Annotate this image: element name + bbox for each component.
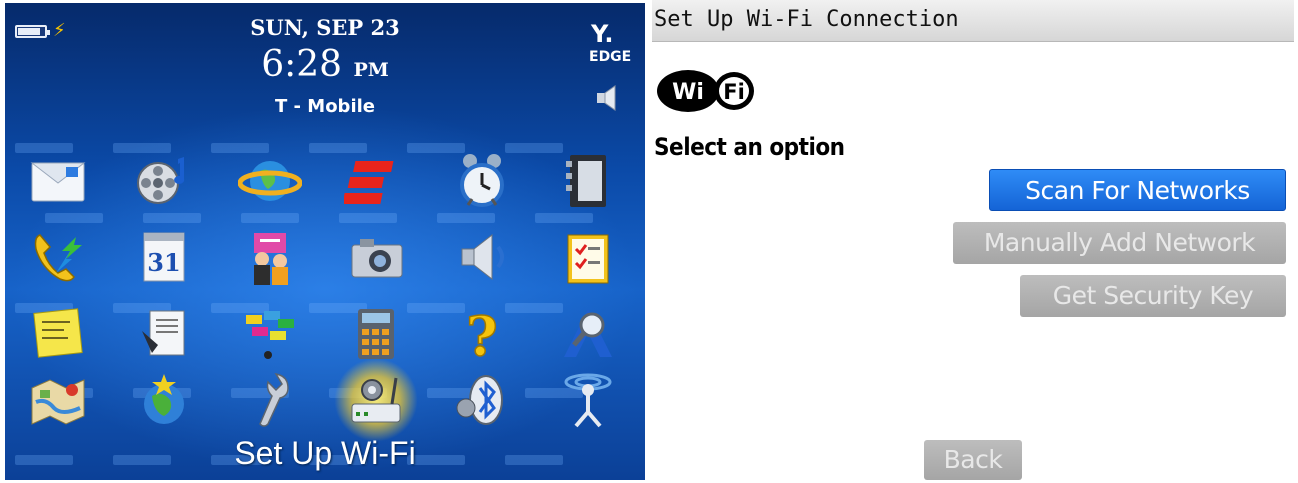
call-log-icon[interactable] xyxy=(22,221,94,293)
manage-connections-icon[interactable] xyxy=(552,364,624,436)
wifi-logo-left-text: Wi xyxy=(672,80,704,105)
selected-app-caption: Set Up Wi-Fi xyxy=(234,435,416,471)
carrier-label: T - Mobile xyxy=(275,96,375,117)
wifi-setup-screen: Set Up Wi-Fi Connection Wi Fi Select an … xyxy=(652,0,1298,483)
network-type-label: EDGE xyxy=(589,49,632,65)
select-option-prompt: Select an option xyxy=(654,133,845,161)
sounds-icon[interactable] xyxy=(446,221,518,293)
options-icon[interactable] xyxy=(234,364,306,436)
search-icon[interactable] xyxy=(552,297,624,369)
manually-add-network-button[interactable]: Manually Add Network xyxy=(953,222,1286,264)
contacts-icon[interactable] xyxy=(552,145,624,217)
wifi-logo-right-text: Fi xyxy=(723,80,745,104)
media-icon[interactable] xyxy=(128,145,200,217)
instant-messenger-icon[interactable] xyxy=(234,221,306,293)
brickbreaker-icon[interactable] xyxy=(234,297,306,369)
date-label: SUN, SEP 23 xyxy=(250,15,400,40)
clock-icon[interactable] xyxy=(446,145,518,217)
bluetooth-icon[interactable] xyxy=(446,364,518,436)
time-value: 6:28 xyxy=(261,44,343,85)
background-tiles xyxy=(5,388,645,398)
screen-title: Set Up Wi-Fi Connection xyxy=(652,0,1294,42)
calendar-day: 31 xyxy=(147,248,180,277)
globe-icon[interactable] xyxy=(128,364,200,436)
scan-for-networks-button[interactable]: Scan For Networks xyxy=(989,169,1286,211)
get-security-key-button[interactable]: Get Security Key xyxy=(1020,275,1286,317)
setup-wifi-icon[interactable] xyxy=(334,358,418,442)
background-tiles xyxy=(5,213,645,223)
help-icon[interactable]: ? xyxy=(446,297,518,369)
calendar-icon[interactable]: 31 xyxy=(128,221,200,293)
background-tiles xyxy=(5,303,645,313)
charging-icon: ⚡ xyxy=(53,20,66,41)
back-button[interactable]: Back xyxy=(924,440,1022,480)
memopad-icon[interactable] xyxy=(22,297,94,369)
signal-icon: Y. xyxy=(591,20,614,48)
maps-icon[interactable] xyxy=(22,364,94,436)
svg-text:?: ? xyxy=(466,304,498,365)
speaker-status-icon xyxy=(597,85,616,111)
time-label: 6:28 PM xyxy=(225,44,425,85)
background-tiles xyxy=(5,143,645,153)
browser-icon[interactable] xyxy=(234,145,306,217)
battery-icon xyxy=(15,25,50,38)
ampm-label: PM xyxy=(353,59,389,81)
wifi-logo: Wi Fi xyxy=(657,70,754,112)
camera-icon[interactable] xyxy=(340,221,412,293)
espn-icon[interactable] xyxy=(340,145,412,217)
tasks-icon[interactable] xyxy=(552,221,624,293)
documents-icon[interactable] xyxy=(128,297,200,369)
messages-icon[interactable] xyxy=(22,145,94,217)
home-screen: ⚡ SUN, SEP 23 6:28 PM T - Mobile Y. EDGE… xyxy=(5,3,645,480)
